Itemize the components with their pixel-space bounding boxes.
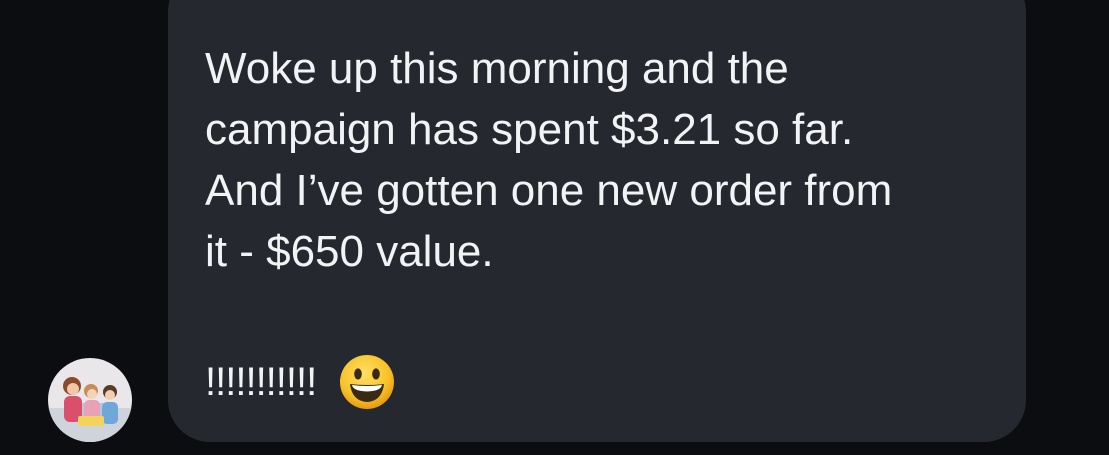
- avatar[interactable]: [48, 358, 132, 442]
- grinning-face-icon: [340, 355, 395, 409]
- chat-thread: Woke up this morning and the campaign ha…: [0, 0, 1109, 455]
- message-line: it - $650 value.: [205, 227, 494, 276]
- message-line: campaign has spent $3.21 so far.: [205, 105, 854, 154]
- message-line: Woke up this morning and the: [205, 44, 789, 93]
- exclamation-text: !!!!!!!!!!!: [205, 359, 317, 404]
- avatar-photo: [48, 358, 132, 442]
- message-exclamation-row: !!!!!!!!!!!: [205, 352, 396, 412]
- message-text: Woke up this morning and the campaign ha…: [205, 38, 1005, 282]
- message-line: And I’ve gotten one new order from: [205, 166, 893, 215]
